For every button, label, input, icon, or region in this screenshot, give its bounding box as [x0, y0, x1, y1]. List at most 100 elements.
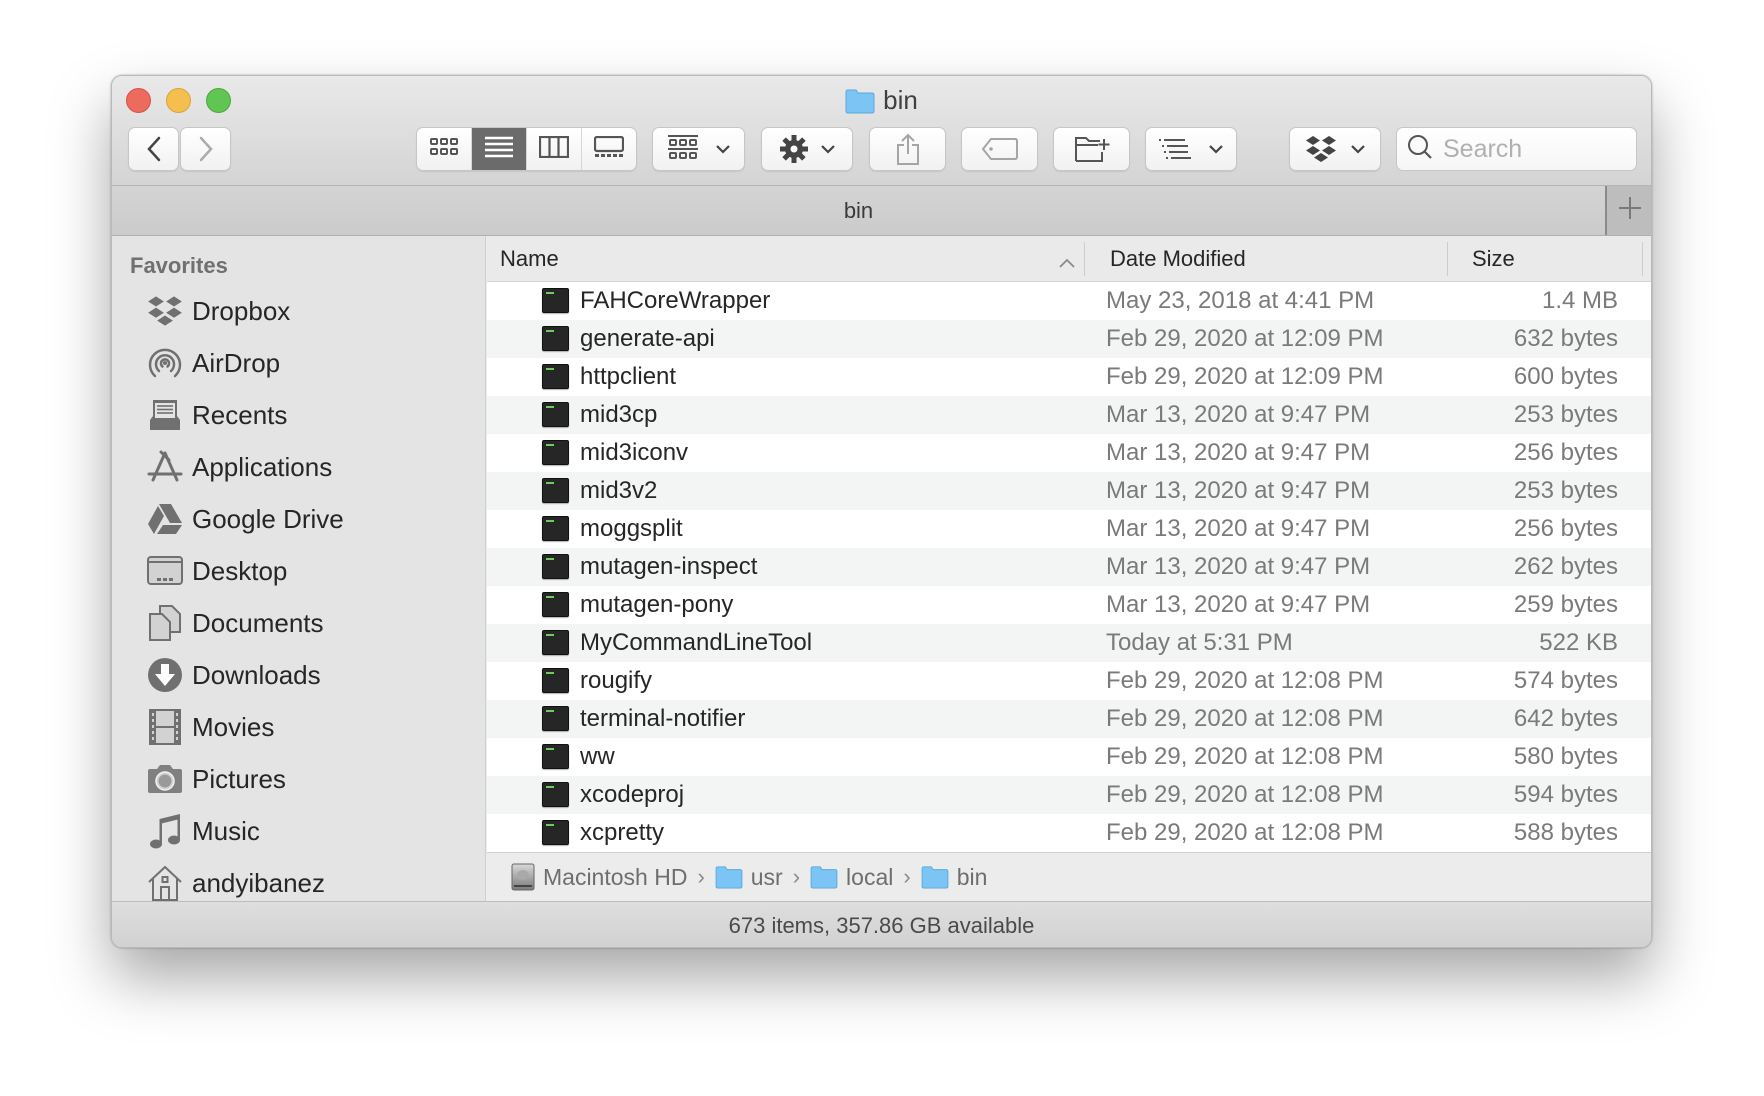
file-name: mutagen-pony — [580, 591, 734, 618]
path-separator-icon: › — [792, 864, 801, 889]
recents-icon — [146, 396, 184, 434]
file-date: Feb 29, 2020 at 12:08 PM — [1106, 667, 1384, 694]
search-input[interactable] — [1443, 134, 1623, 164]
sidebar: Favorites Dropbox AirDrop Recents Applic… — [112, 236, 486, 901]
sort-ascending-icon — [1059, 248, 1075, 274]
columns-icon — [538, 135, 570, 163]
window-title: bin — [112, 82, 1651, 123]
sidebar-item-label: andyibanez — [192, 867, 325, 898]
file-row[interactable]: httpclient Feb 29, 2020 at 12:09 PM 600 by… — [487, 358, 1651, 396]
path-separator-icon: › — [903, 864, 911, 889]
folder-icon — [715, 865, 743, 889]
executable-icon — [542, 288, 569, 313]
column-header-size[interactable]: Size — [1472, 236, 1642, 281]
tab-bin[interactable]: bin — [112, 186, 1605, 235]
column-divider[interactable] — [1084, 242, 1085, 276]
path-crumb-bin[interactable]: bin — [921, 863, 988, 891]
executable-icon — [542, 706, 569, 731]
sidebar-item-music[interactable]: Music — [146, 809, 260, 853]
back-button[interactable] — [128, 127, 179, 171]
column-header-name[interactable]: Name — [500, 236, 1080, 281]
sidebar-item-label: Movies — [192, 711, 275, 742]
file-list: Name Date Modified Size FAHCoreWrapper Ma… — [487, 236, 1651, 852]
sidebar-item-downloads[interactable]: Downloads — [146, 653, 321, 697]
file-row[interactable]: mutagen-inspect Mar 13, 2020 at 9:47 PM 26… — [487, 548, 1651, 586]
sort-button[interactable] — [1145, 127, 1237, 171]
path-crumb-label: Macintosh HD — [543, 863, 688, 890]
column-divider[interactable] — [1447, 242, 1448, 276]
sidebar-item-pictures[interactable]: Pictures — [146, 757, 286, 801]
tag-icon — [981, 138, 1018, 160]
sidebar-item-documents[interactable]: Documents — [146, 601, 324, 645]
file-row[interactable]: mid3v2 Mar 13, 2020 at 9:47 PM 253 bytes — [487, 472, 1651, 510]
file-row[interactable]: MyCommandLineTool Today at 5:31 PM 522 KB — [487, 624, 1651, 662]
file-row[interactable]: mid3iconv Mar 13, 2020 at 9:47 PM 256 byte… — [487, 434, 1651, 472]
column-header-date-modified[interactable]: Date Modified — [1110, 236, 1440, 281]
dropbox-button[interactable] — [1289, 127, 1381, 171]
path-crumb-local[interactable]: local — [810, 864, 893, 891]
gear-icon — [779, 134, 809, 164]
view-mode-control — [416, 127, 637, 171]
tag-button[interactable] — [961, 127, 1038, 171]
path-crumb-label: bin — [956, 863, 988, 890]
chevron-down-icon — [1351, 144, 1365, 154]
sort-list-icon — [1159, 138, 1191, 160]
column-view-button[interactable] — [527, 128, 582, 170]
search-field[interactable] — [1396, 127, 1637, 171]
chevron-right-icon — [198, 136, 214, 162]
executable-icon — [542, 592, 569, 617]
sidebar-item-movies[interactable]: Movies — [146, 705, 274, 749]
sidebar-item-label: Downloads — [192, 659, 321, 690]
executable-icon — [542, 402, 569, 427]
folder-icon — [845, 87, 875, 123]
path-crumb-macintosh-hd[interactable]: Macintosh HD — [511, 863, 687, 891]
executable-icon — [542, 782, 569, 807]
file-row[interactable]: xcodeproj Feb 29, 2020 at 12:08 PM 594 byt… — [487, 776, 1651, 814]
file-size: 253 bytes — [1513, 477, 1618, 504]
google-drive-icon — [146, 500, 184, 538]
sidebar-item-home[interactable]: andyibanez — [146, 861, 325, 901]
executable-icon — [542, 744, 569, 769]
path-crumb-usr[interactable]: usr — [715, 864, 783, 891]
executable-icon — [542, 554, 569, 579]
documents-icon — [146, 604, 184, 642]
icon-view-button[interactable] — [417, 128, 472, 170]
sidebar-item-google-drive[interactable]: Google Drive — [146, 497, 344, 541]
file-row[interactable]: FAHCoreWrapper May 23, 2018 at 4:41 PM 1.4… — [487, 282, 1651, 320]
pictures-icon — [146, 760, 184, 798]
forward-button[interactable] — [180, 127, 231, 171]
new-tab-button[interactable] — [1605, 186, 1651, 235]
dropbox-icon — [146, 292, 184, 330]
group-by-button[interactable] — [652, 127, 745, 171]
executable-icon — [542, 630, 569, 655]
airdrop-icon — [146, 344, 184, 382]
action-button[interactable] — [761, 127, 853, 171]
file-date: Feb 29, 2020 at 12:08 PM — [1106, 743, 1384, 770]
column-divider[interactable] — [1642, 242, 1643, 276]
file-row[interactable]: mutagen-pony Mar 13, 2020 at 9:47 PM 259 b… — [487, 586, 1651, 624]
file-row[interactable]: rougify Feb 29, 2020 at 12:08 PM 574 bytes — [487, 662, 1651, 700]
sidebar-item-desktop[interactable]: Desktop — [146, 549, 287, 593]
gallery-view-button[interactable] — [582, 128, 636, 170]
sidebar-item-airdrop[interactable]: AirDrop — [146, 341, 280, 385]
file-row[interactable]: xcpretty Feb 29, 2020 at 12:08 PM 588 byte… — [487, 814, 1651, 852]
share-button[interactable] — [869, 127, 946, 171]
sidebar-item-label: Dropbox — [192, 295, 291, 326]
file-row[interactable]: moggsplit Mar 13, 2020 at 9:47 PM 256 byte… — [487, 510, 1651, 548]
file-name: xcpretty — [580, 819, 665, 846]
file-row[interactable]: mid3cp Mar 13, 2020 at 9:47 PM 253 bytes — [487, 396, 1651, 434]
file-row[interactable]: terminal-notifier Feb 29, 2020 at 12:08 P… — [487, 700, 1651, 738]
file-row[interactable]: generate-api Feb 29, 2020 at 12:09 PM 632 … — [487, 320, 1651, 358]
file-date: Mar 13, 2020 at 9:47 PM — [1106, 515, 1371, 542]
sidebar-item-recents[interactable]: Recents — [146, 393, 287, 437]
column-header-date-label: Date Modified — [1110, 245, 1246, 271]
file-name: xcodeproj — [580, 781, 685, 808]
file-date: Mar 13, 2020 at 9:47 PM — [1106, 553, 1371, 580]
file-name: FAHCoreWrapper — [580, 287, 771, 314]
sidebar-item-label: Documents — [192, 607, 324, 638]
sidebar-item-applications[interactable]: Applications — [146, 445, 332, 489]
file-row[interactable]: ww Feb 29, 2020 at 12:08 PM 580 bytes — [487, 738, 1651, 776]
list-view-button[interactable] — [472, 128, 527, 170]
sidebar-item-dropbox[interactable]: Dropbox — [146, 289, 290, 333]
new-folder-button[interactable] — [1053, 127, 1130, 171]
